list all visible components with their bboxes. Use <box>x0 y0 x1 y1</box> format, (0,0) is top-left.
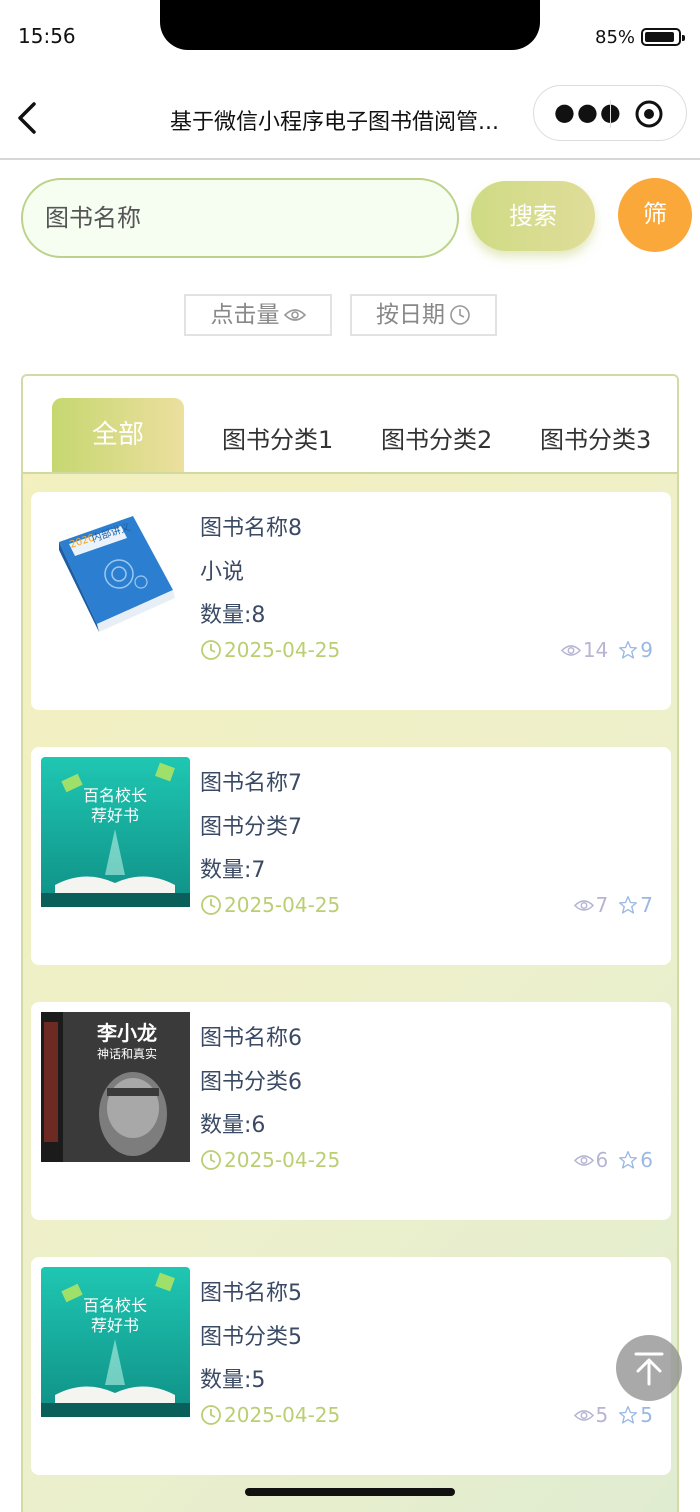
book-cover-image: 李小龙 神话和真实 <box>41 1012 190 1162</box>
book-name: 图书名称6 <box>200 1026 302 1051</box>
view-count-text: 6 <box>595 1148 609 1172</box>
favorite-count-text: 7 <box>640 893 653 917</box>
book-name: 图书名称5 <box>200 1281 302 1306</box>
clock-icon <box>201 895 221 915</box>
eye-icon <box>573 1409 594 1421</box>
book-quantity: 数量:7 <box>200 858 266 883</box>
more-menu-icon[interactable]: ●●● <box>554 100 623 124</box>
view-count: 6 <box>573 1148 609 1172</box>
filter-button[interactable]: 筛 <box>618 178 692 252</box>
star-icon <box>619 641 638 659</box>
star-icon <box>619 896 638 914</box>
status-time: 15:56 <box>18 24 76 48</box>
category-tab-bar: 全部 图书分类1 图书分类2 图书分类3 <box>23 376 677 474</box>
book-stats: 6 6 <box>573 1148 653 1172</box>
book-date-text: 2025-04-25 <box>224 638 341 662</box>
capsule-divider <box>610 100 611 128</box>
miniprogram-capsule: ●●● <box>533 85 687 141</box>
book-cover-image: 百名校长 荐好书 <box>41 1267 190 1417</box>
book-stats: 7 7 <box>573 893 653 917</box>
sort-by-date-button[interactable]: 按日期 <box>350 294 497 336</box>
page-title: 基于微信小程序电子图书借阅管... <box>170 110 499 135</box>
book-category: 小说 <box>200 560 245 585</box>
star-icon <box>619 1151 638 1169</box>
close-miniprogram-icon[interactable] <box>634 99 664 129</box>
book-cover-image: 百名校长 荐好书 <box>41 757 190 907</box>
book-quantity: 数量:5 <box>200 1368 266 1393</box>
navigation-bar: 基于微信小程序电子图书借阅管... ●●● <box>0 72 700 160</box>
view-count: 5 <box>573 1403 609 1427</box>
clock-icon <box>201 1405 221 1425</box>
battery-percentage: 85% <box>595 27 636 48</box>
book-quantity: 数量:6 <box>200 1113 266 1138</box>
clock-icon <box>201 1150 221 1170</box>
status-bar: 15:56 85% <box>0 0 700 72</box>
back-to-top-button[interactable] <box>616 1335 682 1401</box>
book-stats: 14 9 <box>560 638 653 662</box>
sort-date-label: 按日期 <box>376 302 445 328</box>
clock-icon <box>450 305 470 325</box>
cover-subtitle: 神话和真实 <box>97 1046 157 1061</box>
book-date-text: 2025-04-25 <box>224 1148 341 1172</box>
star-icon <box>619 1406 638 1424</box>
book-date: 2025-04-25 <box>200 1403 340 1427</box>
cover-title-line2: 荐好书 <box>91 806 139 825</box>
favorite-count-text: 9 <box>640 638 653 662</box>
book-card[interactable]: 2020 内部讲义 图书名称8 小说 数量:8 2025-04-25 14 9 <box>31 492 671 710</box>
cover-title-line1: 百名校长 <box>83 1296 147 1315</box>
eye-icon <box>283 309 306 321</box>
favorite-count: 6 <box>618 1148 653 1172</box>
favorite-count: 5 <box>618 1403 653 1427</box>
book-date: 2025-04-25 <box>200 893 340 917</box>
camera-notch <box>160 0 540 50</box>
eye-icon <box>573 1154 594 1166</box>
favorite-count: 7 <box>618 893 653 917</box>
view-count-text: 7 <box>595 893 609 917</box>
book-date: 2025-04-25 <box>200 638 340 662</box>
book-date: 2025-04-25 <box>200 1148 340 1172</box>
book-date-text: 2025-04-25 <box>224 1403 341 1427</box>
book-list-panel: 全部 图书分类1 图书分类2 图书分类3 2020 内部讲义 图书名称8 小说 … <box>21 374 679 1512</box>
search-input[interactable]: 图书名称 <box>21 178 459 258</box>
battery-icon <box>641 28 685 46</box>
back-arrow-icon[interactable] <box>14 100 44 136</box>
arrow-up-icon <box>634 1352 664 1386</box>
book-card[interactable]: 百名校长 荐好书 图书名称7 图书分类7 数量:7 2025-04-25 7 7 <box>31 747 671 965</box>
sort-hits-label: 点击量 <box>210 302 280 328</box>
clock-icon <box>201 640 221 660</box>
tab-category-2[interactable]: 图书分类2 <box>381 420 492 455</box>
book-category: 图书分类6 <box>200 1070 302 1095</box>
book-name: 图书名称8 <box>200 516 302 541</box>
book-card[interactable]: 李小龙 神话和真实 图书名称6 图书分类6 数量:6 2025-04-25 6 … <box>31 1002 671 1220</box>
book-stats: 5 5 <box>573 1403 653 1427</box>
tab-category-3[interactable]: 图书分类3 <box>540 420 658 455</box>
book-cover-image: 2020 内部讲义 <box>41 502 190 652</box>
book-name: 图书名称7 <box>200 771 302 796</box>
sort-by-hits-button[interactable]: 点击量 <box>184 294 332 336</box>
search-button[interactable]: 搜索 <box>471 181 595 251</box>
view-count-text: 5 <box>595 1403 609 1427</box>
favorite-count-text: 6 <box>640 1148 653 1172</box>
tab-category-1[interactable]: 图书分类1 <box>222 420 333 455</box>
cover-title-line2: 荐好书 <box>91 1316 139 1335</box>
eye-icon <box>560 644 581 656</box>
book-category: 图书分类5 <box>200 1325 302 1350</box>
book-quantity: 数量:8 <box>200 603 266 628</box>
book-date-text: 2025-04-25 <box>224 893 341 917</box>
cover-title: 李小龙 <box>96 1021 157 1045</box>
home-indicator <box>245 1488 455 1496</box>
favorite-count-text: 5 <box>640 1403 653 1427</box>
cover-title-line1: 百名校长 <box>83 786 147 805</box>
view-count: 7 <box>573 893 609 917</box>
favorite-count: 9 <box>618 638 653 662</box>
view-count-text: 14 <box>582 638 609 662</box>
book-category: 图书分类7 <box>200 815 302 840</box>
book-card[interactable]: 百名校长 荐好书 图书名称5 图书分类5 数量:5 2025-04-25 5 5 <box>31 1257 671 1475</box>
tab-all[interactable]: 全部 <box>52 398 184 472</box>
view-count: 14 <box>560 638 609 662</box>
eye-icon <box>573 899 594 911</box>
